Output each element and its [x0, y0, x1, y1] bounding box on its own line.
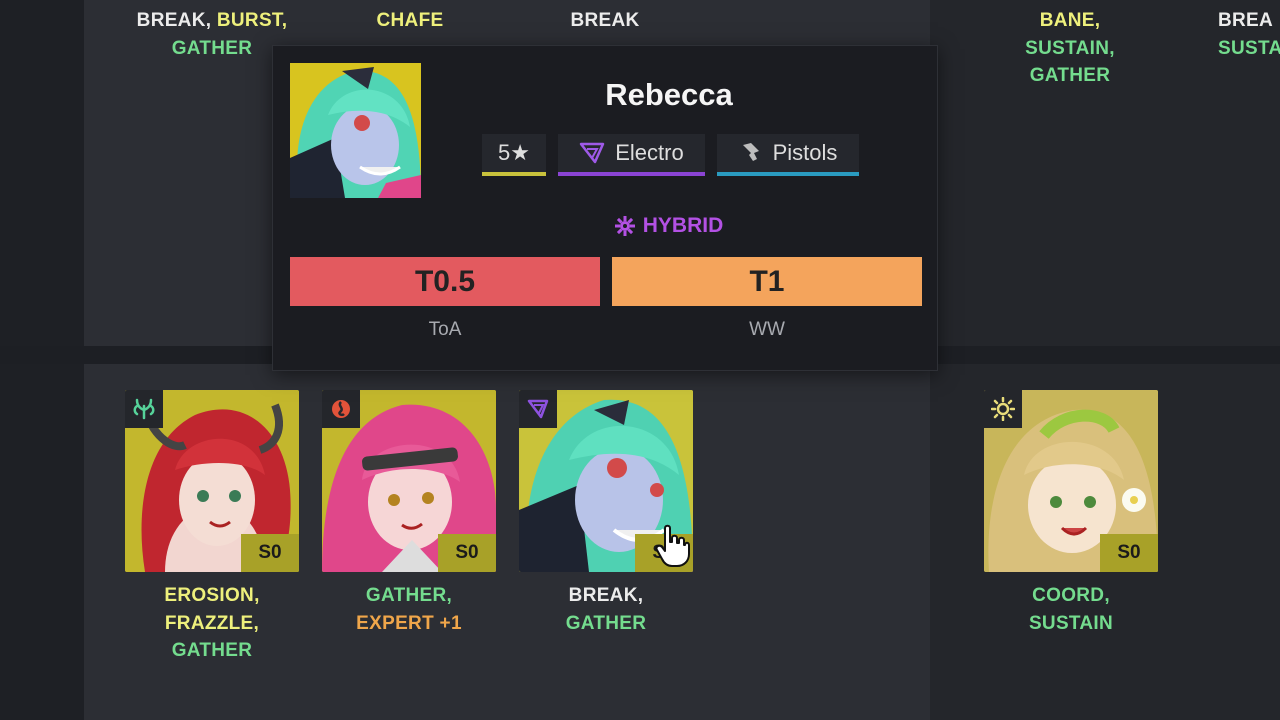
tag: BREAK,: [568, 585, 644, 606]
tier-badge-toa: T0.5: [290, 257, 600, 306]
tag: BURST,: [216, 10, 288, 31]
top-tags-col5: BREA SUSTA: [1218, 7, 1280, 62]
tag: EROSION,: [164, 585, 260, 606]
element-bar: [558, 172, 705, 176]
portrait-art: [290, 63, 421, 198]
element-label: Electro: [615, 140, 684, 165]
character-card-blonde[interactable]: S0: [984, 390, 1158, 572]
rarity-label: 5★: [498, 140, 530, 165]
tag: BREAK,: [136, 10, 217, 31]
rarity-chip: 5★: [482, 134, 546, 176]
top-tags-col2: CHAFE: [330, 7, 490, 35]
top-tags-col4: BANE, SUSTAIN, GATHER: [990, 7, 1150, 90]
rank-badge: S0: [438, 534, 496, 572]
tag: SUSTAIN,: [1025, 37, 1115, 59]
hand-cursor-icon: [655, 524, 690, 567]
rank-badge: S0: [241, 534, 299, 572]
tag: GATHER,: [365, 585, 453, 606]
card4-tags: COORD, SUSTAIN: [971, 582, 1171, 637]
tag: BANE,: [1039, 10, 1101, 31]
top-tags-col3: BREAK: [525, 7, 685, 35]
rarity-bar: [482, 172, 546, 176]
fire-icon: [322, 390, 360, 428]
tag: FRAZZLE,: [164, 612, 260, 634]
element-chip: Electro: [558, 134, 705, 176]
tag: GATHER: [171, 37, 253, 59]
archetype-label: HYBRID: [419, 214, 919, 238]
weapon-bar: [717, 172, 859, 176]
tag: GATHER: [565, 612, 647, 634]
light-icon: [984, 390, 1022, 428]
tag: SUSTAIN: [1028, 612, 1114, 634]
electro-icon: [519, 390, 557, 428]
character-name: Rebecca: [605, 77, 733, 112]
weapon-chip: Pistols: [717, 134, 859, 176]
tag: BREAK: [570, 10, 640, 31]
tag: SUSTA: [1218, 37, 1280, 59]
tier-badge-ww: T1: [612, 257, 922, 306]
tag: COORD,: [1032, 585, 1110, 606]
bloom-icon: [125, 390, 163, 428]
electro-icon: [580, 142, 605, 164]
tag: BREA: [1218, 10, 1274, 31]
tag: GATHER: [1029, 65, 1111, 86]
tag: CHAFE: [376, 10, 444, 31]
tier-label-ww: WW: [749, 319, 785, 340]
character-card-pink[interactable]: S0: [322, 390, 496, 572]
card1-tags: EROSION, FRAZZLE, GATHER: [112, 582, 312, 665]
tier-value: T1: [749, 264, 785, 298]
rank-badge: S0: [1100, 534, 1158, 572]
character-tooltip: Rebecca 5★ Electro Pistols HYBRID T0.5 T…: [272, 45, 938, 371]
weapon-label: Pistols: [772, 140, 838, 165]
character-portrait: [290, 63, 421, 198]
tag: GATHER: [171, 640, 253, 661]
character-card-erosion[interactable]: S0: [125, 390, 299, 572]
tier-value: T0.5: [414, 264, 476, 298]
tag: EXPERT +1: [356, 612, 462, 634]
card2-tags: GATHER, EXPERT +1: [309, 582, 509, 637]
pistol-icon: [742, 143, 759, 161]
archetype-text: HYBRID: [642, 214, 724, 237]
gear-icon: [614, 216, 635, 236]
card3-tags: BREAK, GATHER: [506, 582, 706, 637]
tier-label-toa: ToA: [428, 319, 462, 340]
